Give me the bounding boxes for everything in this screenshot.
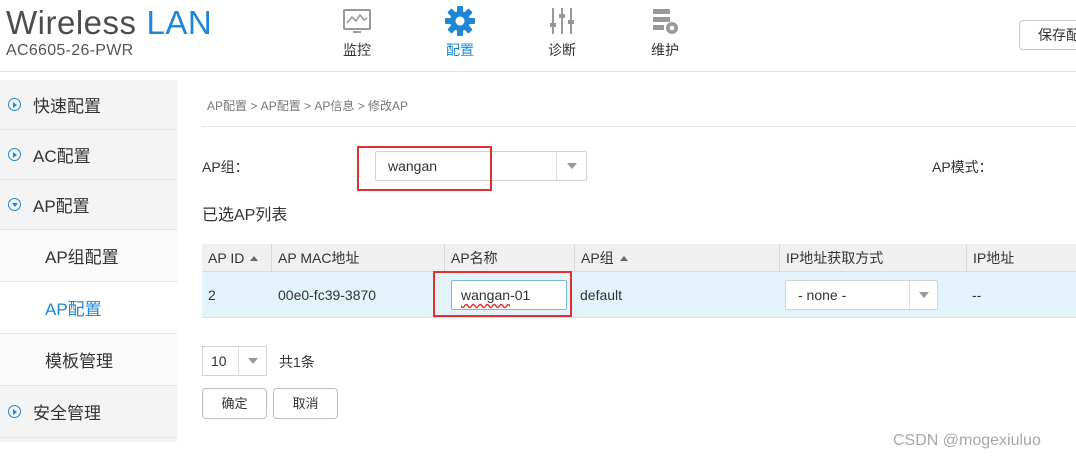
top-header: Wireless LAN AC6605-26-PWR 监控 配置 诊断 维护 保存…	[0, 0, 1076, 72]
chevron-down-icon[interactable]	[556, 152, 586, 180]
nav-monitor-label: 监控	[343, 42, 371, 58]
sidebar-subitem-ap-config[interactable]: AP配置	[0, 282, 177, 334]
nav-config[interactable]: 配置	[425, 4, 495, 60]
ip-method-select[interactable]: - none -	[785, 280, 938, 310]
sort-asc-icon	[619, 256, 628, 261]
sidebar-item-label: AP组配置	[45, 248, 119, 267]
expand-icon	[8, 98, 21, 111]
nav-monitor[interactable]: 监控	[322, 4, 392, 60]
confirm-button[interactable]: 确定	[202, 388, 267, 419]
highlight-box	[357, 146, 492, 191]
save-config-button[interactable]: 保存配	[1019, 20, 1076, 50]
highlight-box	[433, 271, 572, 317]
col-ap-name: AP名称	[444, 244, 498, 272]
page-size-value: 10	[211, 353, 227, 369]
cell-ip-address: --	[972, 287, 982, 303]
table-header: AP ID AP MAC地址 AP名称 AP组 IP地址获取方式 IP地址	[202, 244, 1076, 272]
device-name: AC6605-26-PWR	[6, 42, 134, 59]
sort-asc-icon	[250, 256, 259, 261]
col-ap-id[interactable]: AP ID	[208, 244, 259, 272]
expand-icon	[8, 405, 21, 418]
col-ap-mac: AP MAC地址	[271, 244, 359, 272]
nav-maintain[interactable]: 维护	[630, 4, 700, 60]
sidebar-subitem-ap-group-config[interactable]: AP组配置	[0, 230, 177, 282]
cancel-button[interactable]: 取消	[273, 388, 338, 419]
col-ip-method: IP地址获取方式	[779, 244, 883, 272]
total-count: 共1条	[279, 354, 315, 370]
ap-group-label: AP组：	[202, 159, 249, 175]
nav-diagnose-label: 诊断	[548, 42, 576, 58]
divider	[202, 126, 1076, 127]
sidebar-item-label: 模板管理	[45, 352, 113, 371]
chevron-down-icon[interactable]	[238, 347, 266, 375]
gear-icon	[425, 4, 495, 38]
sidebar-item-ap-config[interactable]: AP配置	[0, 180, 177, 230]
sidebar-item-quick-config[interactable]: 快速配置	[0, 80, 177, 130]
nav-config-label: 配置	[446, 42, 474, 58]
cell-ap-id: 2	[208, 287, 216, 303]
sidebar-item-label: 快速配置	[33, 97, 101, 116]
ip-method-value: - none -	[798, 287, 847, 303]
brand-accent: LAN	[146, 4, 213, 41]
monitor-icon	[322, 4, 392, 38]
sidebar-item-label: AC配置	[33, 147, 91, 166]
ap-table: AP ID AP MAC地址 AP名称 AP组 IP地址获取方式 IP地址 2 …	[202, 244, 1076, 318]
sidebar-item-label: AP配置	[45, 300, 102, 319]
sidebar-item-label: 安全管理	[33, 404, 101, 423]
nav-diagnose[interactable]: 诊断	[527, 4, 597, 60]
col-ip-address: IP地址	[966, 244, 1014, 272]
brand: Wireless LAN AC6605-26-PWR	[6, 4, 212, 60]
ap-mode-label: AP模式：	[932, 159, 993, 175]
sidebar-item-ac-config[interactable]: AC配置	[0, 130, 177, 180]
collapse-icon	[8, 198, 21, 211]
cell-ap-mac: 00e0-fc39-3870	[278, 287, 377, 303]
sidebar-item-security-mgmt[interactable]: 安全管理	[0, 386, 177, 438]
sidebar-subitem-template-mgmt[interactable]: 模板管理	[0, 334, 177, 386]
expand-icon	[8, 148, 21, 161]
breadcrumb: AP配置 > AP配置 > AP信息 > 修改AP	[207, 99, 409, 113]
brand-main: Wireless	[6, 4, 137, 41]
chevron-down-icon[interactable]	[909, 281, 937, 309]
watermark: CSDN @mogexiuluo	[893, 432, 1041, 449]
sliders-icon	[527, 4, 597, 38]
col-ap-group[interactable]: AP组	[574, 244, 628, 272]
nav-maintain-label: 维护	[651, 42, 679, 58]
maintenance-icon	[630, 4, 700, 38]
table-row[interactable]: 2 00e0-fc39-3870 wangan-01 default - non…	[202, 272, 1076, 318]
page-size-select[interactable]: 10	[202, 346, 267, 376]
section-title: 已选AP列表	[202, 207, 288, 224]
brand-title: Wireless LAN	[6, 4, 212, 42]
sidebar-item-label: AP配置	[33, 197, 90, 216]
cell-ap-group: default	[580, 287, 623, 303]
sidebar: 快速配置 AC配置 AP配置 AP组配置 AP配置 模板管理 安全管理	[0, 80, 177, 442]
